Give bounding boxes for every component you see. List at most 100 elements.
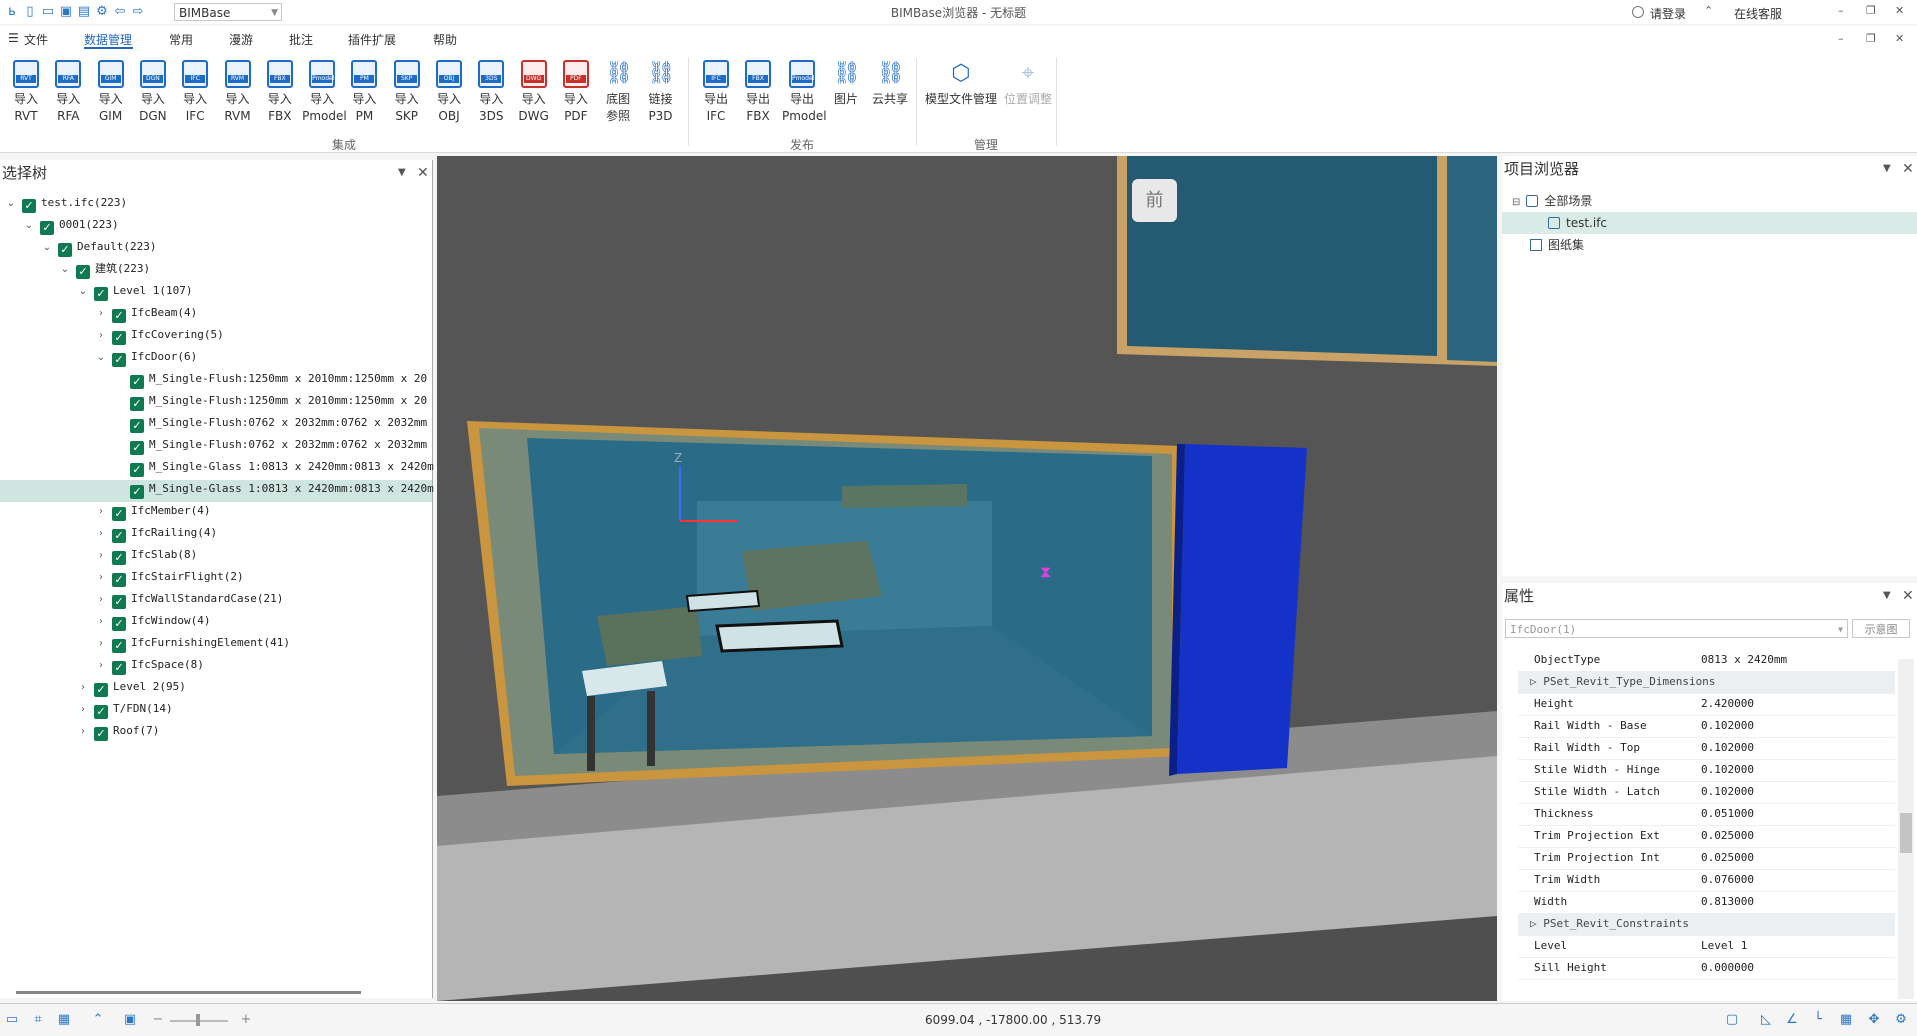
tree-node[interactable]: › ✓ IfcRailing(4): [94, 522, 217, 544]
checkbox-checked-icon[interactable]: ✓: [130, 463, 144, 477]
tree-node[interactable]: ✓ M_Single-Flush:1250mm x 2010mm:1250mm x…: [112, 390, 427, 412]
expand-toggle-icon[interactable]: ›: [94, 325, 108, 347]
display-mode-icon[interactable]: ▢: [1724, 1012, 1740, 1028]
expand-toggle-icon[interactable]: ›: [94, 545, 108, 567]
expand-toggle-icon[interactable]: ⌄: [22, 215, 36, 237]
tree-node[interactable]: ✓ M_Single-Flush:0762 x 2032mm:0762 x 203…: [112, 412, 427, 434]
zoom-in-icon[interactable]: +: [238, 1012, 254, 1028]
tree-node[interactable]: › ✓ IfcSlab(8): [94, 544, 197, 566]
doc-restore-icon[interactable]: ❐: [1866, 32, 1876, 45]
import-参照-button[interactable]: ⛓ 底图 参照: [598, 60, 638, 125]
tree-node[interactable]: › ✓ IfcSpace(8): [94, 654, 204, 676]
checkbox-checked-icon[interactable]: ✓: [112, 529, 126, 543]
property-group[interactable]: ▷ PSet_Revit_Constraints: [1518, 913, 1895, 936]
tree-node[interactable]: ⌄ ✓ IfcDoor(6): [94, 346, 197, 368]
layout-icon[interactable]: ▦: [56, 1012, 72, 1028]
checkbox-checked-icon[interactable]: ✓: [94, 683, 108, 697]
expand-toggle-icon[interactable]: ⌄: [40, 237, 54, 259]
checkbox-checked-icon[interactable]: ✓: [112, 353, 126, 367]
restore-icon[interactable]: ❐: [1866, 4, 1876, 17]
import-dwg-button[interactable]: DWG 导入 DWG: [514, 60, 554, 125]
expand-toggle-icon[interactable]: ›: [94, 611, 108, 633]
hamburger-icon[interactable]: ☰: [8, 31, 19, 45]
expand-toggle-icon[interactable]: ›: [94, 655, 108, 677]
expand-toggle-icon[interactable]: ›: [94, 523, 108, 545]
tree-node[interactable]: ✓ M_Single-Flush:0762 x 2032mm:0762 x 203…: [112, 434, 427, 456]
import-gim-button[interactable]: GIM 导入 GIM: [91, 60, 131, 125]
import-pm-button[interactable]: PM 导入 PM: [344, 60, 384, 125]
tree-node[interactable]: ✓ M_Single-Flush:1250mm x 2010mm:1250mm x…: [112, 368, 427, 390]
login-link[interactable]: 请登录: [1650, 5, 1686, 22]
export-button-0[interactable]: IFC 导出 IFC: [696, 60, 736, 125]
axis-icon[interactable]: └: [1810, 1012, 1826, 1028]
expand-toggle-icon[interactable]: ⌄: [94, 347, 108, 369]
tree-item-all-scenes[interactable]: ⊟ 全部场景: [1512, 190, 1592, 212]
tree-node[interactable]: ⌄ ✓ 建筑(223): [58, 258, 150, 280]
tree-node[interactable]: › ✓ T/FDN(14): [76, 698, 173, 720]
tree-node[interactable]: ⌄ ✓ Level 1(107): [76, 280, 192, 302]
expand-toggle-icon[interactable]: ⌄: [58, 259, 72, 281]
model-file-manage-button[interactable]: ⬡ 模型文件管理: [920, 60, 1002, 108]
expand-toggle-icon[interactable]: ›: [94, 589, 108, 611]
checkbox-checked-icon[interactable]: ✓: [130, 441, 144, 455]
tree-node[interactable]: › ✓ IfcStairFlight(2): [94, 566, 244, 588]
checkbox-checked-icon[interactable]: ✓: [22, 199, 36, 213]
expand-toggle-icon[interactable]: ⌄: [4, 193, 18, 215]
navigation-icon[interactable]: ✥: [1866, 1012, 1882, 1028]
tree-node[interactable]: › ✓ IfcFurnishingElement(41): [94, 632, 290, 654]
checkbox-checked-icon[interactable]: ✓: [112, 309, 126, 323]
checkbox-checked-icon[interactable]: ✓: [112, 331, 126, 345]
import-rfa-button[interactable]: RFA 导入 RFA: [48, 60, 88, 125]
checkbox-checked-icon[interactable]: ✓: [112, 639, 126, 653]
expand-toggle-icon[interactable]: ⌄: [76, 281, 90, 303]
schematic-button[interactable]: 示意图: [1852, 619, 1910, 638]
checkbox-checked-icon[interactable]: ✓: [94, 287, 108, 301]
import-fbx-button[interactable]: FBX 导入 FBX: [260, 60, 300, 125]
tree-item-test-ifc[interactable]: test.ifc: [1548, 212, 1607, 234]
panel-close-icon[interactable]: ✕: [1902, 156, 1914, 182]
checkbox-checked-icon[interactable]: ✓: [130, 485, 144, 499]
property-group[interactable]: ▷ PSet_Revit_Type_Dimensions: [1518, 671, 1895, 694]
menu-annotation[interactable]: 批注: [289, 31, 313, 48]
zoom-slider-thumb[interactable]: [196, 1014, 200, 1026]
panel-close-icon[interactable]: ✕: [417, 160, 429, 186]
tree-node[interactable]: ⌄ ✓ 0001(223): [22, 214, 119, 236]
expand-toggle-icon[interactable]: ›: [76, 677, 90, 699]
tree-node[interactable]: ⌄ ✓ test.ifc(223): [4, 192, 127, 214]
expand-toggle-icon[interactable]: ›: [94, 501, 108, 523]
menu-help[interactable]: 帮助: [433, 31, 457, 48]
3d-viewport[interactable]: Z ⧗ 前: [437, 156, 1497, 1001]
menu-common[interactable]: 常用: [169, 31, 193, 48]
element-type-select[interactable]: IfcDoor(1) ▼: [1505, 619, 1848, 638]
angle-icon[interactable]: ∠: [1784, 1012, 1800, 1028]
tree-node[interactable]: › ✓ IfcWindow(4): [94, 610, 210, 632]
online-support-link[interactable]: 在线客服: [1734, 5, 1782, 22]
export-button-4[interactable]: ⛓ 云共享: [870, 60, 910, 108]
expand-toggle-icon[interactable]: ›: [76, 721, 90, 743]
panel-menu-icon[interactable]: ▼: [1883, 156, 1891, 182]
expand-toggle-icon[interactable]: ›: [94, 633, 108, 655]
expand-toggle-icon[interactable]: ›: [76, 699, 90, 721]
grid-icon[interactable]: ▦: [1838, 1012, 1854, 1028]
checkbox-checked-icon[interactable]: ✓: [58, 243, 72, 257]
checkbox-checked-icon[interactable]: ✓: [130, 419, 144, 433]
import-skp-button[interactable]: SKP 导入 SKP: [387, 60, 427, 125]
import-3ds-button[interactable]: 3DS 导入 3DS: [471, 60, 511, 125]
checkbox-checked-icon[interactable]: ✓: [76, 265, 90, 279]
checkbox-checked-icon[interactable]: ✓: [130, 397, 144, 411]
import-rvm-button[interactable]: RVM 导入 RVM: [218, 60, 258, 125]
settings-gear-icon[interactable]: ⚙: [1893, 1012, 1909, 1028]
checkbox-checked-icon[interactable]: ✓: [40, 221, 54, 235]
menu-roaming[interactable]: 漫游: [229, 31, 253, 48]
tree-node[interactable]: ✓ M_Single-Glass 1:0813 x 2420mm:0813 x 2…: [112, 456, 434, 478]
zoom-out-icon[interactable]: −: [150, 1012, 166, 1028]
tree-node[interactable]: › ✓ IfcWallStandardCase(21): [94, 588, 283, 610]
doc-minimize-icon[interactable]: –: [1838, 32, 1844, 45]
close-icon[interactable]: ✕: [1895, 4, 1904, 17]
view-mode-icon[interactable]: ▣: [122, 1012, 138, 1028]
tree-node[interactable]: ✓ M_Single-Glass 1:0813 x 2420mm:0813 x 2…: [112, 478, 434, 500]
tree-node[interactable]: › ✓ Level 2(95): [76, 676, 186, 698]
structure-icon[interactable]: ⌗: [30, 1012, 46, 1028]
menu-plugins[interactable]: 插件扩展: [348, 31, 396, 48]
horizontal-scrollbar[interactable]: [16, 991, 361, 994]
